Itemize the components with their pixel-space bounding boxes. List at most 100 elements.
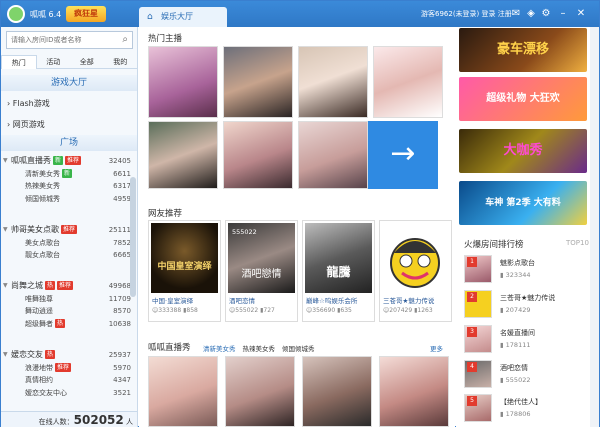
link-web-games[interactable]: › 网页游戏 <box>7 119 45 130</box>
link-label: Flash游戏 <box>12 99 50 108</box>
item-count: 4959 <box>113 194 131 203</box>
room-thumbnail: 龍騰 <box>305 223 372 293</box>
list-item[interactable]: 超级舞者热 10638 <box>1 318 137 331</box>
group-dating: ▼ 嫒恋交友热 25937 浪漫地带 推荐 5970 真情相约 4347 嫒恋交友中心 35… <box>1 349 137 399</box>
anchor-thumbnail[interactable] <box>223 121 293 189</box>
close-button[interactable]: ✕ <box>574 7 588 21</box>
tab-mine[interactable]: 我的 <box>103 55 137 69</box>
list-item[interactable]: 倾国倾城秀 4959 <box>1 193 137 206</box>
login-link[interactable]: 登录 <box>482 10 496 18</box>
overlay-text: 中国皇室演绎 <box>157 262 212 272</box>
item-count: 5970 <box>113 363 131 372</box>
section-plaza[interactable]: 广场 <box>1 135 137 151</box>
sidebar: ⌕ 热门 活动 全部 我的 游戏大厅 › Flash游戏 › 网页游戏 广场 ▼… <box>1 27 138 427</box>
item-name: 唯舞独尊 <box>25 294 53 303</box>
ranking-item[interactable]: 5 【绝代佳人】 ▮ 178806 <box>464 394 588 426</box>
item-count: 7852 <box>113 238 131 247</box>
list-item[interactable]: 唯舞独尊 11709 <box>1 293 137 306</box>
banner-gift-carnival[interactable]: 超级礼物 大狂欢 <box>459 77 587 121</box>
online-count: 727 <box>263 307 275 314</box>
more-link[interactable]: 更多 <box>430 343 443 353</box>
list-item[interactable]: 清新美女秀新 6611 <box>1 168 137 181</box>
room-thumbnail: 555022 酒吧戀情 <box>228 223 295 293</box>
ranking-item[interactable]: 1 魅影点歌台 ▮ 323344 <box>464 255 588 287</box>
room-stats: ☺356690 ▮635 <box>306 307 352 314</box>
section-game-hall[interactable]: 游戏大厅 <box>1 75 137 91</box>
item-name: 超级舞者 <box>25 319 53 328</box>
next-page-arrow-icon[interactable]: → <box>368 121 438 189</box>
online-label: 在线人数： <box>38 418 74 426</box>
subtab-hot[interactable]: 热辣美女秀 <box>243 345 276 353</box>
group-song-request: ▼ 帅哥美女点歌 推荐 25111 美女点歌台 7852 靓女点歌台 6665 <box>1 224 137 262</box>
show-thumbnail[interactable] <box>302 356 372 427</box>
subtab-beauty[interactable]: 倾国倾城秀 <box>282 345 315 353</box>
search-input[interactable] <box>7 32 115 48</box>
sidebar-scrollbar[interactable] <box>130 177 136 297</box>
view-count: ▮ 207429 <box>500 306 531 314</box>
tab-activity[interactable]: 活动 <box>36 55 70 69</box>
mail-icon[interactable]: ✉ <box>509 7 523 21</box>
link-flash-games[interactable]: › Flash游戏 <box>7 98 50 109</box>
list-item[interactable]: 嫒恋交友中心 3521 <box>1 387 137 400</box>
list-item[interactable]: 舞动逍遥 8570 <box>1 305 137 318</box>
show-thumbnail[interactable] <box>148 356 218 427</box>
list-item[interactable]: 浪漫地带 推荐 5970 <box>1 362 137 375</box>
ranking-item[interactable]: 4 酒吧恋情 ▮ 555022 <box>464 360 588 392</box>
group-header[interactable]: ▼ 尚舞之城热推荐 49968 <box>1 280 137 293</box>
subtab-fresh[interactable]: 清新美女秀 <box>203 345 236 353</box>
promo-logo[interactable]: 疯狂星 <box>66 6 106 22</box>
expand-arrow-icon: ▼ <box>3 282 8 289</box>
show-thumbnail[interactable] <box>225 356 295 427</box>
online-count: 858 <box>186 307 198 314</box>
anchor-thumbnail[interactable] <box>223 46 293 118</box>
room-card[interactable]: 三苍哥★魅力传说 ☺207429 ▮1263 <box>379 220 452 322</box>
show-subtabs: 清新美女秀 热辣美女秀 倾国倾城秀 <box>203 343 322 353</box>
anchor-thumbnail[interactable] <box>298 46 368 118</box>
tab-all[interactable]: 全部 <box>70 55 104 69</box>
online-unit: 人 <box>126 418 133 426</box>
rank-number: 5 <box>467 396 477 406</box>
minimize-button[interactable]: – <box>556 7 570 21</box>
anchor-thumbnail[interactable] <box>298 121 368 189</box>
banner-car-god[interactable]: 车神 第2季 大有料 <box>459 181 587 225</box>
skin-icon[interactable]: ◈ <box>524 7 538 21</box>
room-thumbnail <box>382 223 449 293</box>
group-count: 25937 <box>108 351 131 359</box>
room-card[interactable]: 中国皇室演绎 中国·皇室演绎 ☺333388 ▮858 <box>148 220 221 322</box>
tab-hot[interactable]: 热门 <box>1 55 37 69</box>
search-icon[interactable]: ⌕ <box>122 34 128 45</box>
banner-drift[interactable]: 豪车漂移 <box>459 28 587 72</box>
banner-big-show[interactable]: 大咖秀 <box>459 129 587 173</box>
views: 178806 <box>505 410 531 418</box>
badge-recommend: 推荐 <box>57 281 74 290</box>
ranking-item[interactable]: 2 三苍哥★魅力传说 ▮ 207429 <box>464 290 588 322</box>
group-header[interactable]: ▼ 呱呱直播秀新推荐 32405 <box>1 155 137 168</box>
list-item[interactable]: 热辣美女秀 6317 <box>1 180 137 193</box>
anchor-thumbnail[interactable] <box>148 46 218 118</box>
anchor-thumbnail[interactable] <box>148 121 218 189</box>
room-stats: ☺555022 ▮727 <box>229 307 275 314</box>
anchor-thumbnail[interactable] <box>373 46 443 118</box>
list-item[interactable]: 真情相约 4347 <box>1 374 137 387</box>
group-name: 帅哥美女点歌 <box>11 225 59 234</box>
main-scrollbar[interactable] <box>590 27 599 427</box>
show-thumbnail[interactable] <box>379 356 449 427</box>
room-card[interactable]: 龍騰 巅峰☆呜娱乐会所 ☺356690 ▮635 <box>302 220 375 322</box>
app-name: 呱呱 6.4 <box>30 10 62 19</box>
views: 555022 <box>505 376 531 384</box>
item-name: 靓女点歌台 <box>25 251 60 259</box>
room-stats: ☺333388 ▮858 <box>152 307 198 314</box>
room-card[interactable]: 555022 酒吧戀情 酒吧恋情 ☺555022 ▮727 <box>225 220 298 322</box>
fans-count: 207429 <box>389 307 413 314</box>
list-item[interactable]: 美女点歌台 7852 <box>1 237 137 250</box>
group-header[interactable]: ▼ 帅哥美女点歌 推荐 25111 <box>1 224 137 237</box>
link-label: 网页游戏 <box>12 120 45 129</box>
ranking-item[interactable]: 3 名媛直播间 ▮ 178111 <box>464 325 588 357</box>
views: 178111 <box>505 341 531 349</box>
tab-entertainment-hall[interactable]: ⌂ 娱乐大厅 <box>139 7 227 27</box>
ranking-top-label: TOP10 <box>566 239 589 247</box>
settings-icon[interactable]: ⚙ <box>539 7 553 21</box>
room-title: 三苍哥★魅力传说 <box>383 297 435 305</box>
group-header[interactable]: ▼ 嫒恋交友热 25937 <box>1 349 137 362</box>
list-item[interactable]: 靓女点歌台 6665 <box>1 249 137 262</box>
